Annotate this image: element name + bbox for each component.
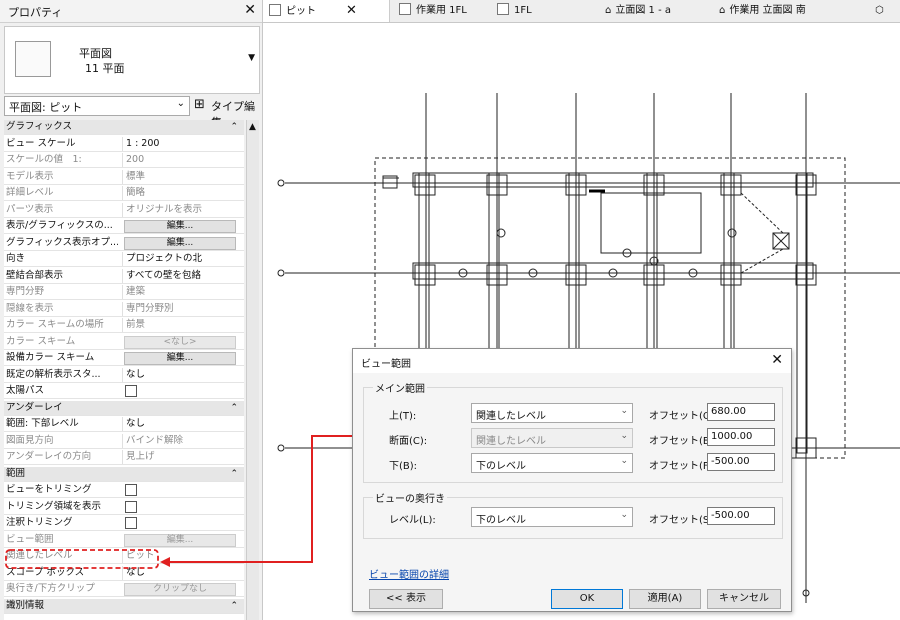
- view-range-dialog: ビュー範囲 ✕ メイン範囲 上(T): 関連したレベル ⌄ オフセット(O): …: [352, 348, 792, 612]
- view-depth-label: ビューの奥行き: [373, 490, 447, 505]
- arrowhead-left: [160, 557, 170, 567]
- depth-level-value: 下のレベル: [476, 515, 526, 526]
- dialog-title-bar: ビュー範囲 ✕: [353, 349, 791, 373]
- bottom-level-combo[interactable]: 下のレベル ⌄: [471, 453, 633, 473]
- top-offset-value: 680.00: [711, 406, 746, 417]
- cut-offset-value: 1000.00: [711, 431, 753, 442]
- bottom-offset-input[interactable]: -500.00: [707, 453, 775, 471]
- cut-plane-label: 断面(C):: [389, 436, 428, 447]
- depth-level-combo[interactable]: 下のレベル ⌄: [471, 507, 633, 527]
- main-range-label: メイン範囲: [373, 380, 427, 395]
- apply-button[interactable]: 適用(A): [629, 589, 701, 609]
- dialog-close-button[interactable]: ✕: [771, 352, 783, 368]
- top-offset-input[interactable]: 680.00: [707, 403, 775, 421]
- depth-level-label: レベル(L):: [389, 515, 436, 526]
- depth-offset-value: -500.00: [711, 510, 750, 521]
- bottom-offset-value: -500.00: [711, 456, 750, 467]
- ok-button[interactable]: OK: [551, 589, 623, 609]
- top-level-combo[interactable]: 関連したレベル ⌄: [471, 403, 633, 423]
- highlight-associated-level: [5, 549, 159, 569]
- cut-plane-combo[interactable]: 関連したレベル ⌄: [471, 428, 633, 448]
- chevron-down-icon[interactable]: ⌄: [620, 431, 628, 441]
- bottom-label: 下(B):: [389, 461, 418, 472]
- cut-offset-input[interactable]: 1000.00: [707, 428, 775, 446]
- depth-offset-input[interactable]: -500.00: [707, 507, 775, 525]
- show-button[interactable]: << 表示: [369, 589, 443, 609]
- chevron-down-icon[interactable]: ⌄: [620, 510, 628, 520]
- chevron-down-icon[interactable]: ⌄: [620, 456, 628, 466]
- view-range-detail-link[interactable]: ビュー範囲の詳細: [369, 566, 449, 581]
- top-level-value: 関連したレベル: [476, 411, 546, 422]
- bottom-offset-label: オフセット(F):: [649, 461, 716, 472]
- cancel-button[interactable]: キャンセル: [707, 589, 781, 609]
- top-label: 上(T):: [389, 411, 417, 422]
- bottom-level-value: 下のレベル: [476, 461, 526, 472]
- dialog-title: ビュー範囲: [361, 359, 411, 370]
- cut-plane-value: 関連したレベル: [476, 436, 546, 447]
- chevron-down-icon[interactable]: ⌄: [620, 406, 628, 416]
